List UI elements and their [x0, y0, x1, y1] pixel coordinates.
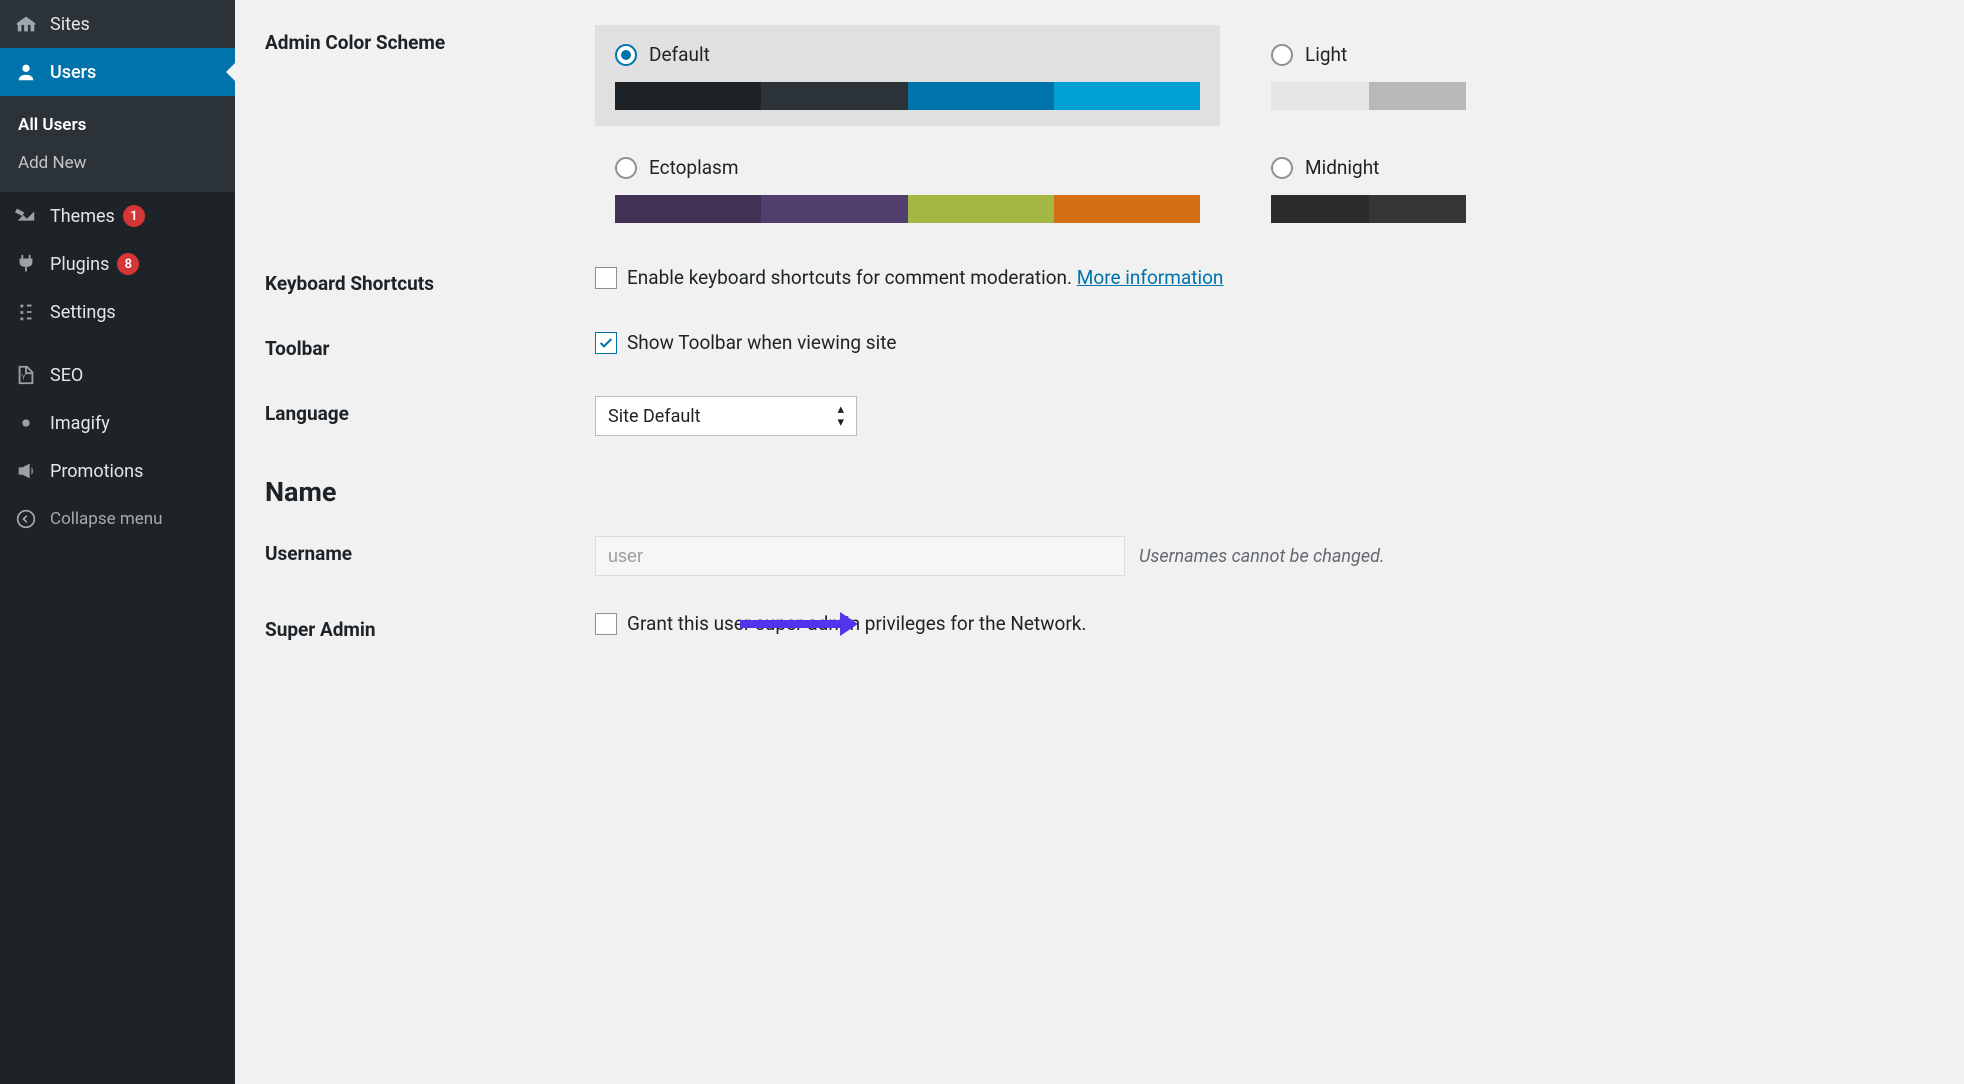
sidebar-item-plugins[interactable]: Plugins 8 [0, 240, 235, 288]
language-label: Language [265, 396, 595, 425]
sidebar-item-seo[interactable]: Y SEO [0, 351, 235, 399]
scheme-swatches [615, 82, 1200, 110]
sidebar-item-label: Settings [50, 302, 116, 323]
scheme-radio-default[interactable] [615, 44, 637, 66]
scheme-name: Midnight [1305, 156, 1379, 179]
keyboard-shortcuts-label: Keyboard Shortcuts [265, 266, 595, 295]
scheme-name: Default [649, 43, 710, 66]
superadmin-checkbox[interactable] [595, 613, 617, 635]
username-label: Username [265, 536, 595, 565]
kbd-checkbox-label: Enable keyboard shortcuts for comment mo… [627, 266, 1072, 289]
sidebar-item-label: Plugins [50, 254, 109, 275]
sidebar-item-promotions[interactable]: Promotions [0, 447, 235, 495]
superadmin-label: Super Admin [265, 612, 595, 641]
sidebar-item-users[interactable]: Users [0, 48, 235, 96]
collapse-menu-button[interactable]: Collapse menu [0, 495, 235, 543]
color-scheme-field: Default Ectoplasm [595, 25, 1934, 223]
collapse-label: Collapse menu [50, 509, 163, 529]
scheme-option-ectoplasm[interactable]: Ectoplasm [595, 156, 1220, 223]
main-content: Admin Color Scheme Default [235, 0, 1964, 1084]
scheme-radio-midnight[interactable] [1271, 157, 1293, 179]
language-value: Site Default [608, 406, 701, 427]
sidebar-item-themes[interactable]: Themes 1 [0, 192, 235, 240]
update-badge: 8 [117, 253, 139, 275]
collapse-icon [14, 507, 38, 531]
toolbar-field: Show Toolbar when viewing site [595, 331, 1934, 354]
sidebar-item-sites[interactable]: Sites [0, 0, 235, 48]
scheme-swatches [1271, 82, 1466, 110]
toolbar-checkbox[interactable] [595, 332, 617, 354]
sidebar-item-label: Users [50, 62, 96, 83]
scheme-option-midnight[interactable]: Midnight [1255, 156, 1485, 223]
sidebar-item-label: Promotions [50, 461, 143, 482]
arrow-annotation [740, 612, 858, 636]
sidebar-item-label: Themes [50, 206, 115, 227]
username-input [595, 536, 1125, 576]
submenu-item-all-users[interactable]: All Users [0, 106, 235, 144]
sidebar-item-label: Sites [50, 14, 90, 35]
plugins-icon [14, 252, 38, 276]
imagify-icon [14, 411, 38, 435]
users-icon [14, 60, 38, 84]
settings-icon [14, 300, 38, 324]
admin-sidebar: Sites Users All Users Add New Themes 1 P… [0, 0, 235, 1084]
username-field: Usernames cannot be changed. [595, 536, 1934, 576]
chevron-updown-icon: ▴▾ [837, 403, 844, 429]
keyboard-shortcuts-field: Enable keyboard shortcuts for comment mo… [595, 266, 1934, 289]
name-heading: Name [265, 454, 1934, 518]
sidebar-item-label: SEO [50, 365, 83, 386]
sites-icon [14, 12, 38, 36]
submenu-item-add-new[interactable]: Add New [0, 144, 235, 182]
language-field: Site Default ▴▾ [595, 396, 1934, 436]
svg-text:Y: Y [21, 373, 26, 382]
seo-icon: Y [14, 363, 38, 387]
promotions-icon [14, 459, 38, 483]
language-select[interactable]: Site Default ▴▾ [595, 396, 857, 436]
update-badge: 1 [123, 205, 145, 227]
scheme-radio-ectoplasm[interactable] [615, 157, 637, 179]
sidebar-item-label: Imagify [50, 413, 110, 434]
color-scheme-label: Admin Color Scheme [265, 25, 595, 54]
themes-icon [14, 204, 38, 228]
kbd-checkbox[interactable] [595, 267, 617, 289]
scheme-name: Light [1305, 43, 1347, 66]
scheme-swatches [615, 195, 1200, 223]
sidebar-item-imagify[interactable]: Imagify [0, 399, 235, 447]
scheme-swatches [1271, 195, 1466, 223]
kbd-more-info-link[interactable]: More information [1077, 266, 1224, 289]
toolbar-checkbox-label: Show Toolbar when viewing site [627, 331, 896, 354]
scheme-option-light[interactable]: Light [1255, 25, 1485, 126]
sidebar-item-settings[interactable]: Settings [0, 288, 235, 336]
toolbar-label: Toolbar [265, 331, 595, 360]
sidebar-submenu-users: All Users Add New [0, 96, 235, 192]
scheme-name: Ectoplasm [649, 156, 739, 179]
scheme-option-default[interactable]: Default [595, 25, 1220, 126]
username-hint: Usernames cannot be changed. [1139, 546, 1385, 567]
scheme-radio-light[interactable] [1271, 44, 1293, 66]
